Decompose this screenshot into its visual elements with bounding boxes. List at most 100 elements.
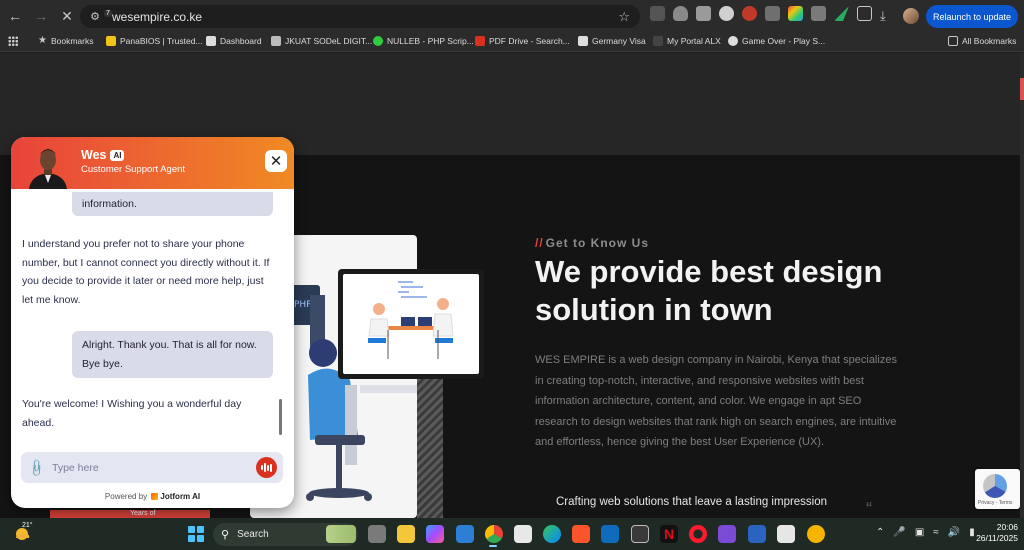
clock-date: 26/11/2025 [976,533,1018,543]
user-message: information. [72,192,273,216]
system-tray: ⌃ 🎤 ▣ ≈ 🔊 ▮ [876,527,975,538]
extension-icon[interactable] [719,6,734,21]
extension-icon[interactable] [811,6,826,21]
active-app-indicator [489,545,497,547]
weather-temperature: 21° [22,522,33,529]
bookmark-item[interactable]: PanaBIOS | Trusted... [106,36,203,46]
extension-icon[interactable] [650,6,665,21]
attachment-icon[interactable]: 📎 [27,457,47,477]
germany-visa-icon [578,36,588,46]
section-body: WES EMPIRE is a web design company in Na… [535,354,897,448]
bookmark-star-icon[interactable]: ☆ [618,9,630,25]
notification-extension-icon[interactable] [742,6,757,21]
send-extension-icon[interactable] [834,6,849,21]
powered-by: Powered by Jotform AI [104,492,201,501]
extension-icon[interactable] [765,6,780,21]
back-icon[interactable]: ← [4,5,26,27]
all-bookmarks-button[interactable]: All Bookmarks [948,36,1016,46]
recaptcha-icon [983,474,1007,498]
shield-extension-icon[interactable] [673,6,688,21]
clock-time: 20:06 [996,522,1018,532]
recaptcha-links[interactable]: Privacy - Terms [978,500,1012,506]
address-bar[interactable]: ⚙ wesempire.co.ke ☆ [80,5,640,28]
chat-input-field[interactable] [52,461,242,474]
brave-icon[interactable] [572,525,590,543]
search-highlight-icon[interactable] [326,525,356,543]
bookmark-item[interactable]: JKUAT SODeL DIGIT... [271,36,372,46]
store-icon[interactable] [514,525,532,543]
chat-scrollbar[interactable] [279,399,282,435]
alx-icon [653,36,663,46]
copilot-icon[interactable] [426,525,444,543]
browser-toolbar: ← → ✕ ⚙ wesempire.co.ke ☆ 7 ⤓ Relaunch t… [0,0,1024,32]
pdf-drive-icon [475,36,485,46]
file-explorer-icon[interactable] [397,525,415,543]
bookmark-item[interactable]: Germany Visa [578,36,646,46]
url-text[interactable]: wesempire.co.ke [112,10,202,24]
forward-icon[interactable]: → [30,5,52,27]
taskbar-clock[interactable]: 20:06 26/11/2025 [968,522,1018,544]
nulleb-icon [373,36,383,46]
chat-close-button[interactable]: ✕ [265,150,287,172]
word-icon[interactable] [748,525,766,543]
bookmark-item[interactable]: NULLEB - PHP Scrip... [373,36,474,46]
tagline: Crafting web solutions that leave a last… [556,496,828,508]
section-eyebrow: //Get to Know Us [535,236,650,250]
netflix-icon[interactable]: N [660,525,678,543]
jotform-link[interactable]: Jotform AI [160,492,200,501]
bookmarks-bar: ★ Bookmarks PanaBIOS | Trusted... Dashboa… [0,32,1024,52]
notepad-icon[interactable] [631,525,649,543]
color-extension-icon[interactable] [788,6,803,21]
section-headline: We provide best design solution in town [535,254,883,327]
bookmark-item[interactable]: Game Over - Play S... [728,36,825,46]
agent-name: Wes AI [81,148,125,162]
bookmark-item[interactable]: Dashboard [206,36,262,46]
user-message: Alright. Thank you. That is all for now.… [72,331,273,378]
camera-extension-icon[interactable] [696,6,711,21]
outlook-icon[interactable] [601,525,619,543]
search-icon: ⚲ [221,529,230,541]
voice-input-button[interactable] [256,457,277,478]
chrome-icon[interactable] [485,525,503,543]
bookmark-item[interactable]: PDF Drive - Search... [475,36,570,46]
ai-badge: AI [110,149,125,161]
task-view-icon[interactable] [368,525,386,543]
display-icon[interactable]: ▣ [915,527,924,538]
start-button[interactable] [188,526,204,542]
volume-icon[interactable]: 🔊 [948,527,960,538]
site-info-icon[interactable]: ⚙ [86,8,104,26]
monitor-screen [343,274,479,374]
profile-avatar[interactable] [903,8,919,24]
chevron-up-icon[interactable]: ⌃ [876,527,884,538]
edge-icon[interactable] [543,525,561,543]
stop-loading-icon[interactable]: ✕ [56,5,78,27]
jotform-icon [151,493,159,500]
monitor-illustration [338,269,484,379]
svg-text:PHP: PHP [294,300,312,310]
years-of-label: Years of [130,510,156,517]
puzzle-extensions-icon[interactable] [857,6,872,21]
windows-taskbar [0,518,1024,550]
apps-grid-icon[interactable] [8,36,18,46]
wifi-icon[interactable]: ≈ [933,527,939,538]
dashboard-icon [206,36,216,46]
download-icon[interactable]: ⤓ [880,8,886,24]
relaunch-button[interactable]: Relaunch to update [926,5,1018,28]
extensions-tray [650,6,872,21]
quote-mark: “ [866,499,872,518]
visual-studio-icon[interactable] [718,525,736,543]
microphone-icon[interactable]: 🎤 [893,527,905,538]
recaptcha-badge[interactable]: Privacy - Terms [975,469,1020,509]
page-scroll-thumb[interactable] [1020,78,1024,100]
bookmark-item[interactable]: ★ Bookmarks [38,36,93,47]
chat-header: Wes AI Customer Support Agent ✕ [11,137,294,189]
teams-icon[interactable] [456,525,474,543]
emoji-app-icon[interactable] [807,525,825,543]
agent-role: Customer Support Agent [81,164,186,175]
page-scrollbar[interactable] [1020,53,1024,518]
team-meeting-illustration [368,281,454,359]
bookmark-item[interactable]: My Portal ALX [653,36,721,46]
game-over-icon [728,36,738,46]
opera-icon[interactable] [689,525,707,543]
app-icon[interactable] [777,525,795,543]
